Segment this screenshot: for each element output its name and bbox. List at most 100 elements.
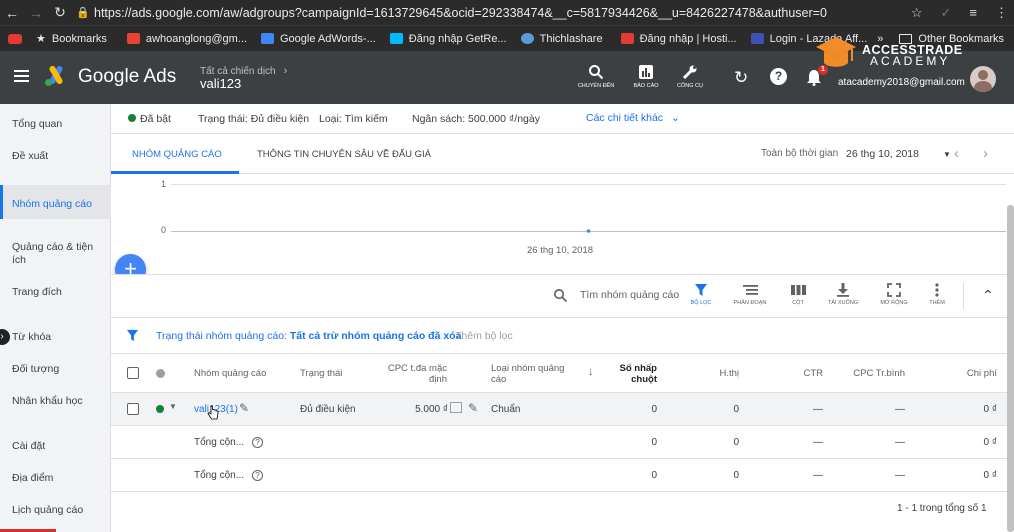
more-button[interactable]: THÊM [913, 283, 961, 306]
more-vert-icon [935, 283, 939, 297]
sidebar-item-audiences[interactable]: Đối tượng [12, 363, 104, 376]
address-bar[interactable]: https://ads.google.com/aw/adgroups?campa… [94, 6, 884, 20]
bookmark-item[interactable]: Đăng nhập GetRe... [389, 33, 507, 45]
bookmark-item[interactable]: ★ Bookmarks [36, 32, 107, 46]
lazada-icon [750, 33, 764, 44]
refresh-icon[interactable]: ↻ [734, 68, 748, 88]
reload-icon[interactable]: ↻ [48, 4, 72, 21]
scrollbar[interactable] [1007, 205, 1014, 532]
sidebar-item-recommendations[interactable]: Đề xuất [12, 150, 104, 163]
ctr-cell: — [813, 470, 823, 481]
col-header-ctr[interactable]: CTR [791, 368, 823, 379]
edit-pencil-icon[interactable]: ✎ [468, 401, 478, 415]
col-header-ad-group-type[interactable]: Loại nhóm quảng cáo [491, 363, 564, 385]
clicks-cell: 0 [651, 470, 657, 481]
help-circle-icon[interactable]: ? [252, 437, 264, 448]
sidebar-item-demographics[interactable]: Nhân khẩu học [12, 395, 104, 408]
extension-icon[interactable]: ≡ [969, 5, 977, 20]
goto-button[interactable]: CHUYỂN ĐẾN [574, 64, 618, 89]
more-details-link[interactable]: Các chi tiết khác ⌄ [586, 112, 680, 124]
sidebar-item-settings[interactable]: Cài đặt [12, 440, 104, 453]
prev-period-icon[interactable]: ‹ [954, 145, 959, 162]
sidebar-item-ads-extensions[interactable]: Quảng cáo & tiện ích [12, 241, 104, 267]
row-checkbox[interactable] [127, 403, 139, 415]
forward-icon[interactable]: → [24, 5, 48, 21]
accesstrade-watermark: ACCESSTRADE ACADEMY [812, 33, 1002, 77]
wrench-icon [682, 65, 697, 80]
browser-menu-icon[interactable]: ⋮ [995, 5, 1008, 21]
extension-check-icon[interactable]: ✓ [941, 5, 952, 21]
status-dot-icon [128, 114, 136, 122]
chart-plot [586, 229, 591, 233]
chart-point [586, 229, 591, 233]
chevron-down-icon: ⌄ [671, 112, 680, 124]
impressions-cell: 0 [733, 437, 739, 448]
col-header-clicks[interactable]: Số nhấp chuột [607, 363, 657, 385]
tab-auction-insights[interactable]: THÔNG TIN CHUYÊN SÂU VỀ ĐẤU GIÁ [257, 149, 431, 160]
select-all-checkbox[interactable] [127, 367, 139, 379]
help-circle-icon[interactable]: ? [252, 470, 264, 481]
graduation-cap-icon [816, 37, 856, 67]
segment-button[interactable]: PHÂN ĐOẠN [726, 283, 774, 306]
bookmark-star-icon[interactable]: ☆ [911, 5, 923, 21]
columns-icon [790, 285, 806, 295]
col-header-cost[interactable]: Chi phí [947, 368, 997, 379]
status-header-dot-icon [156, 369, 165, 378]
columns-button[interactable]: CỘT [774, 283, 822, 306]
caret-down-icon: ▼ [942, 150, 951, 159]
hosting-icon [620, 33, 634, 44]
table-row: Tổng cộn...? 0 0 — — 0 ₫ [111, 458, 1014, 491]
collapse-chevron-icon[interactable]: ⌃ [982, 287, 994, 304]
filter-icon [126, 329, 139, 342]
globe-icon [520, 33, 534, 44]
bookmark-item[interactable]: Đăng nhập | Hosti... [620, 33, 737, 45]
download-button[interactable]: TẢI XUỐNG [819, 283, 867, 306]
x-tick-label: 26 thg 10, 2018 [527, 245, 594, 256]
sidebar-item-locations[interactable]: Địa điểm [12, 472, 104, 485]
reports-button[interactable]: BÁO CÁO [624, 64, 668, 89]
star-icon: ★ [36, 33, 46, 45]
tools-button[interactable]: CÔNG CỤ [668, 64, 712, 89]
sidebar-item-ad-schedule[interactable]: Lịch quảng cáo [12, 504, 104, 517]
filter-button[interactable]: BỘ LỌC [677, 283, 725, 306]
edit-pencil-icon[interactable]: ✎ [239, 401, 249, 415]
back-icon[interactable]: ← [0, 5, 24, 21]
add-filter-link[interactable]: Thêm bộ lọc [455, 330, 513, 342]
sidebar-item-keywords[interactable]: Từ khóa [12, 331, 104, 344]
col-header-avg-cpc[interactable]: CPC Tr.bình [845, 368, 905, 379]
sidebar-item-overview[interactable]: Tổng quan [12, 118, 104, 131]
col-header-status[interactable]: Trạng thái [300, 368, 342, 379]
total-label: Tổng cộn...? [194, 437, 264, 448]
filter-bar: Trạng thái nhóm quảng cáo: Tất cả trừ nh… [111, 318, 1014, 354]
menu-icon[interactable] [14, 70, 29, 82]
search-icon [589, 65, 604, 80]
account-email[interactable]: atacademy2018@gmail.com [838, 77, 965, 88]
tab-ad-groups[interactable]: NHÓM QUẢNG CÁO [132, 149, 222, 160]
expand-button[interactable]: MỞ RỘNG [870, 283, 918, 306]
status-dropdown-icon[interactable]: ▼ [169, 402, 177, 411]
avg-cpc-cell: — [895, 470, 905, 481]
sidebar-item-landing-pages[interactable]: Trang đích [12, 286, 104, 299]
sidebar-item-ad-groups[interactable]: Nhóm quảng cáo [0, 185, 111, 219]
ad-group-type-cell: Chuẩn [491, 404, 521, 415]
bookmark-item[interactable]: awhoanglong@gm... [126, 33, 247, 45]
active-filter-chip[interactable]: Trạng thái nhóm quảng cáo: Tất cả trừ nh… [156, 330, 461, 342]
sort-arrow-icon[interactable]: ↓ [588, 366, 594, 378]
col-header-max-cpc[interactable]: CPC t.đa mặc định [381, 363, 447, 385]
divider [111, 491, 1014, 492]
help-icon[interactable]: ? [770, 68, 787, 85]
bookmark-item[interactable]: Google AdWords-... [260, 33, 376, 45]
gmail-icon [126, 33, 140, 44]
col-header-ad-group[interactable]: Nhóm quảng cáo [194, 368, 266, 379]
next-period-icon[interactable]: › [983, 145, 988, 162]
status-dot-icon [156, 405, 164, 413]
avg-cpc-cell: — [895, 437, 905, 448]
bookmark-item[interactable]: Thichlashare [520, 33, 603, 45]
chevron-right-icon: › [283, 65, 288, 77]
table-row[interactable]: ▼ vali123(1) ✎ Đủ điều kiện 5.000 ₫ ✎ Ch… [111, 392, 1014, 425]
date-range-select[interactable]: 26 thg 10, 2018 ▼ [846, 148, 951, 160]
google-ads-logo-icon [45, 65, 63, 86]
search-input[interactable]: Tìm nhóm quảng cáo [580, 289, 679, 301]
col-header-impressions[interactable]: H.thị [691, 368, 739, 379]
apps-icon[interactable] [8, 33, 28, 44]
